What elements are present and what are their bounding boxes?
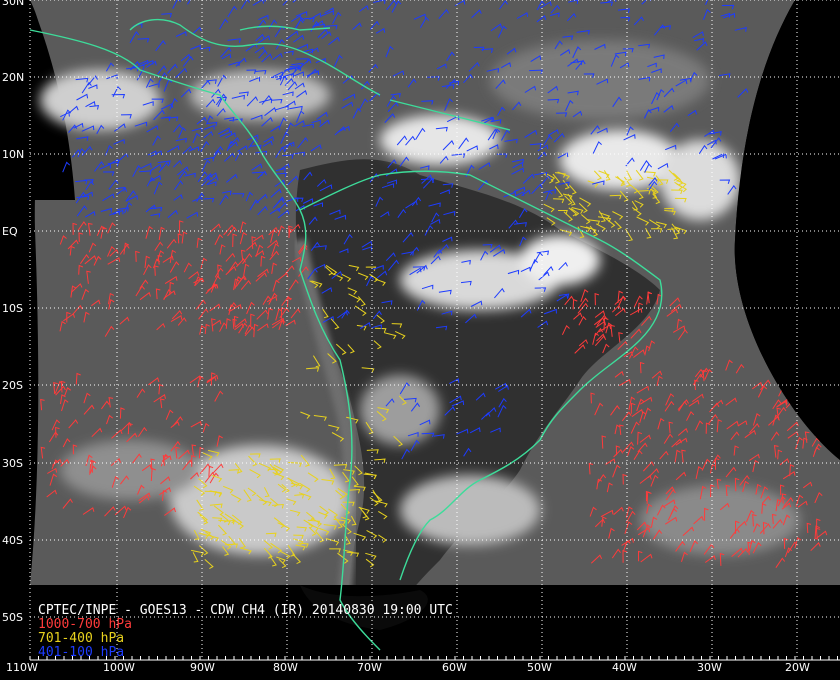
- lat-label-30n: 30N: [2, 0, 25, 8]
- lat-label-20s: 20S: [2, 379, 23, 392]
- lat-label-20n: 20N: [2, 71, 25, 84]
- lon-label-90w: 90W: [190, 661, 215, 674]
- lat-label-40s: 40S: [2, 534, 23, 547]
- lon-label-100w: 100W: [103, 661, 135, 674]
- satellite-wind-map: [0, 0, 840, 680]
- lon-label-40w: 40W: [612, 661, 637, 674]
- lat-label-30s: 30S: [2, 457, 23, 470]
- lat-label-eq: EQ: [2, 225, 18, 238]
- legend-low-level: 1000-700 hPa: [38, 617, 132, 632]
- lat-label-50s: 50S: [2, 611, 23, 624]
- lon-label-50w: 50W: [527, 661, 552, 674]
- lon-label-20w: 20W: [785, 661, 810, 674]
- lon-label-70w: 70W: [357, 661, 382, 674]
- lon-label-60w: 60W: [442, 661, 467, 674]
- satellite-imagery: [30, 0, 840, 585]
- map-caption: CPTEC/INPE - GOES13 - CDW CH4 (IR) 20140…: [38, 603, 453, 618]
- legend-mid-level: 701-400 hPa: [38, 631, 125, 646]
- legend-high-level: 401-100 hPa: [38, 645, 125, 660]
- lon-label-110w: 110W: [6, 661, 38, 674]
- lat-label-10n: 10N: [2, 148, 25, 161]
- lon-label-30w: 30W: [697, 661, 722, 674]
- lon-label-80w: 80W: [273, 661, 298, 674]
- lat-label-10s: 10S: [2, 302, 23, 315]
